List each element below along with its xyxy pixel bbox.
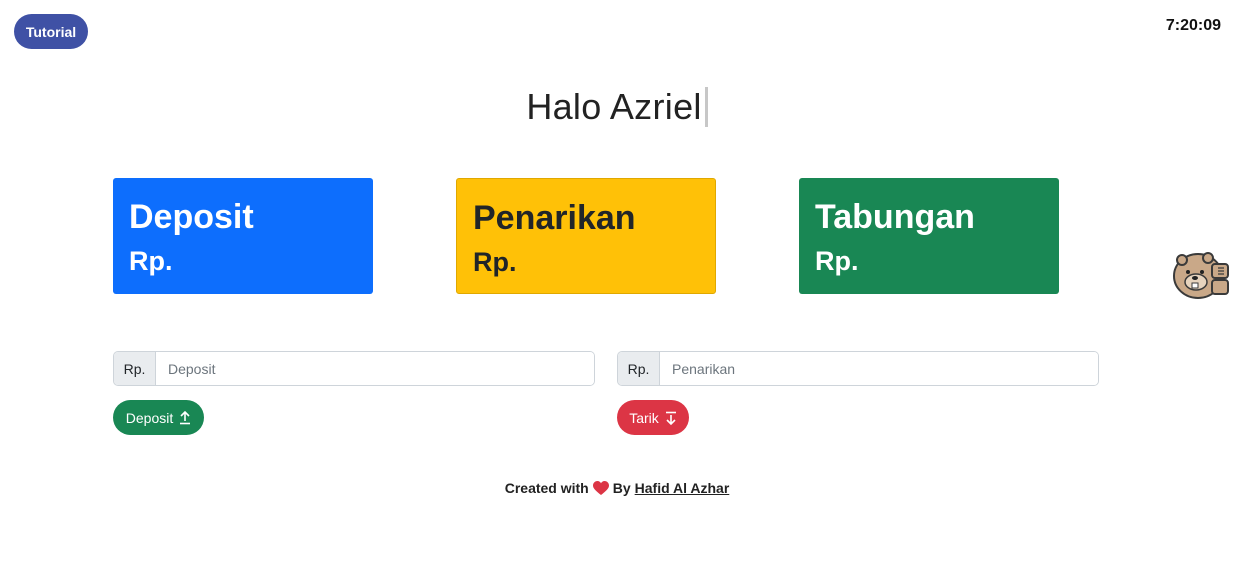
penarikan-currency-prefix: Rp. [618, 352, 660, 385]
deposit-card-amount: Rp. [129, 246, 173, 276]
penarikan-card: Penarikan Rp. [456, 178, 716, 294]
beaver-mascot-icon[interactable] [1172, 248, 1234, 302]
footer-created-with: Created with [504, 480, 589, 496]
page: Tutorial 7:20:09 Halo Azriel Deposit Rp.… [0, 0, 1234, 586]
deposit-input-group: Rp. [113, 351, 595, 386]
penarikan-input[interactable] [660, 352, 1098, 385]
deposit-currency-prefix: Rp. [114, 352, 156, 385]
deposit-input[interactable] [156, 352, 594, 385]
tutorial-button[interactable]: Tutorial [14, 14, 88, 49]
tabungan-card: Tabungan Rp. [799, 178, 1059, 294]
deposit-card: Deposit Rp. [113, 178, 373, 294]
tarik-button[interactable]: Tarik [617, 400, 689, 435]
penarikan-card-amount: Rp. [473, 247, 517, 277]
typing-caret [704, 87, 708, 127]
heart-icon [592, 480, 609, 496]
greeting-text: Halo Azriel [526, 86, 702, 127]
clock: 7:20:09 [1165, 17, 1221, 34]
tabungan-card-title: Tabungan [815, 198, 975, 236]
footer-by: By [612, 480, 631, 496]
tabungan-card-amount: Rp. [815, 246, 859, 276]
upload-arrow-icon [179, 410, 191, 425]
penarikan-card-title: Penarikan [473, 199, 636, 237]
author-link[interactable]: Hafid Al Azhar [635, 480, 730, 496]
deposit-card-title: Deposit [129, 198, 254, 236]
deposit-button[interactable]: Deposit [113, 400, 204, 435]
footer: Created with By Hafid Al Azhar [0, 480, 1234, 496]
download-arrow-icon [665, 411, 677, 425]
deposit-button-label: Deposit [125, 409, 174, 426]
penarikan-input-group: Rp. [617, 351, 1099, 386]
tarik-button-label: Tarik [629, 409, 659, 426]
greeting: Halo Azriel [0, 86, 1234, 128]
